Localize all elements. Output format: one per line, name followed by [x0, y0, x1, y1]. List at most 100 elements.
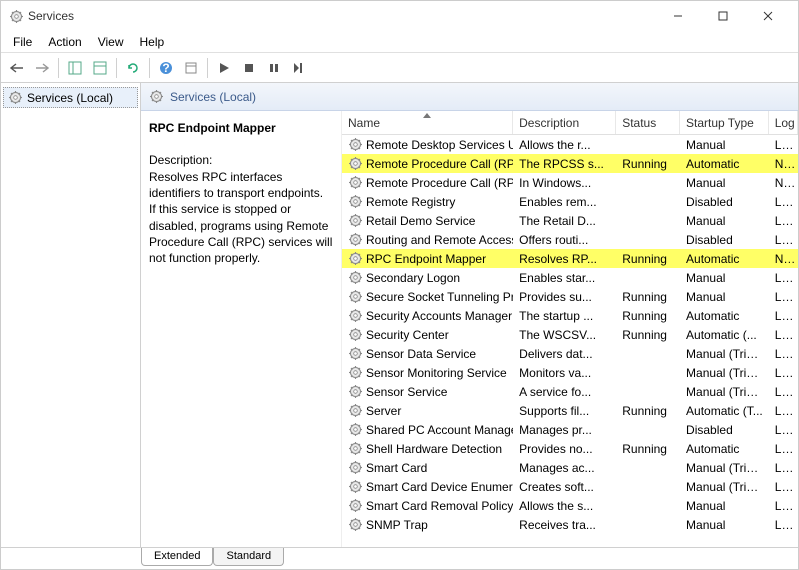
menu-view[interactable]: View [90, 33, 132, 51]
service-row[interactable]: SNMP TrapReceives tra...ManualLoca [342, 515, 798, 534]
forward-button[interactable] [30, 56, 54, 80]
service-startup: Manual (Trig... [680, 366, 769, 380]
service-logon: Loca [769, 233, 798, 247]
service-status: Running [616, 252, 680, 266]
service-row[interactable]: Remote Procedure Call (RPC)The RPCSS s..… [342, 154, 798, 173]
service-row[interactable]: Security Accounts ManagerThe startup ...… [342, 306, 798, 325]
service-row[interactable]: Smart CardManages ac...Manual (Trig...Lo… [342, 458, 798, 477]
service-row[interactable]: Shared PC Account ManagerManages pr...Di… [342, 420, 798, 439]
gear-icon [348, 346, 363, 361]
selected-service-title: RPC Endpoint Mapper [149, 121, 333, 135]
service-startup: Manual [680, 271, 769, 285]
service-startup: Manual [680, 214, 769, 228]
service-row[interactable]: Smart Card Device Enumera...Creates soft… [342, 477, 798, 496]
service-row[interactable]: Sensor Data ServiceDelivers dat...Manual… [342, 344, 798, 363]
service-status: Running [616, 404, 680, 418]
column-header-startup[interactable]: Startup Type [680, 111, 769, 134]
service-startup: Disabled [680, 423, 769, 437]
column-header-status[interactable]: Status [616, 111, 680, 134]
service-name: Shared PC Account Manager [366, 423, 513, 437]
service-row[interactable]: Remote RegistryEnables rem...DisabledLoc… [342, 192, 798, 211]
tab-standard[interactable]: Standard [213, 548, 284, 566]
column-header-description[interactable]: Description [513, 111, 616, 134]
gear-icon [348, 156, 363, 171]
description-panel: RPC Endpoint Mapper Description: Resolve… [141, 111, 341, 547]
service-description: Allows the r... [513, 138, 616, 152]
service-startup: Automatic (T... [680, 404, 769, 418]
gear-icon [348, 365, 363, 380]
menu-file[interactable]: File [5, 33, 40, 51]
service-logon: Loca [769, 271, 798, 285]
service-logon: Loca [769, 461, 798, 475]
gear-icon [348, 441, 363, 456]
service-name: Remote Registry [366, 195, 455, 209]
service-row[interactable]: Routing and Remote AccessOffers routi...… [342, 230, 798, 249]
window-title: Services [24, 9, 655, 23]
gear-icon [348, 460, 363, 475]
export-list-button[interactable] [88, 56, 112, 80]
service-logon: Netv [769, 157, 798, 171]
properties-button[interactable] [179, 56, 203, 80]
service-row[interactable]: Secure Socket Tunneling Pr...Provides su… [342, 287, 798, 306]
service-description: Resolves RP... [513, 252, 616, 266]
service-status: Running [616, 442, 680, 456]
service-logon: Loca [769, 499, 798, 513]
service-logon: Netv [769, 252, 798, 266]
service-row[interactable]: Retail Demo ServiceThe Retail D...Manual… [342, 211, 798, 230]
service-name: Remote Desktop Services U... [366, 138, 513, 152]
service-row[interactable]: ServerSupports fil...RunningAutomatic (T… [342, 401, 798, 420]
service-logon: Loca [769, 138, 798, 152]
service-row[interactable]: Remote Procedure Call (RP...In Windows..… [342, 173, 798, 192]
service-row[interactable]: Shell Hardware DetectionProvides no...Ru… [342, 439, 798, 458]
show-hide-tree-button[interactable] [63, 56, 87, 80]
service-row[interactable]: Secondary LogonEnables star...ManualLoca [342, 268, 798, 287]
list-header: Name Description Status Startup Type Log… [342, 111, 798, 135]
gear-icon [348, 403, 363, 418]
service-row[interactable]: Sensor ServiceA service fo...Manual (Tri… [342, 382, 798, 401]
service-description: Supports fil... [513, 404, 616, 418]
service-description: Delivers dat... [513, 347, 616, 361]
service-startup: Disabled [680, 233, 769, 247]
pause-service-button[interactable] [262, 56, 286, 80]
restart-service-button[interactable] [287, 56, 311, 80]
column-header-logon[interactable]: Log On As [769, 111, 798, 134]
service-description: Enables star... [513, 271, 616, 285]
service-name: RPC Endpoint Mapper [366, 252, 486, 266]
gear-icon [348, 175, 363, 190]
service-row[interactable]: Remote Desktop Services U...Allows the r… [342, 135, 798, 154]
service-startup: Automatic (... [680, 328, 769, 342]
service-row[interactable]: Sensor Monitoring ServiceMonitors va...M… [342, 363, 798, 382]
service-description: A service fo... [513, 385, 616, 399]
service-name: Routing and Remote Access [366, 233, 513, 247]
service-row[interactable]: Security CenterThe WSCSV...RunningAutoma… [342, 325, 798, 344]
service-description: Monitors va... [513, 366, 616, 380]
gear-icon [348, 232, 363, 247]
service-logon: Loca [769, 480, 798, 494]
service-description: Enables rem... [513, 195, 616, 209]
service-row[interactable]: Smart Card Removal PolicyAllows the s...… [342, 496, 798, 515]
tree-node-services-local[interactable]: Services (Local) [3, 87, 138, 108]
service-row[interactable]: RPC Endpoint Mapper Resolves RP...Running… [342, 249, 798, 268]
tab-extended[interactable]: Extended [141, 548, 213, 566]
minimize-button[interactable] [655, 2, 700, 30]
service-description: Offers routi... [513, 233, 616, 247]
menu-help[interactable]: Help [132, 33, 173, 51]
close-button[interactable] [745, 2, 790, 30]
gear-icon [149, 89, 164, 104]
maximize-button[interactable] [700, 2, 745, 30]
start-service-button[interactable] [212, 56, 236, 80]
gear-icon [348, 422, 363, 437]
service-startup: Automatic [680, 442, 769, 456]
service-startup: Manual [680, 176, 769, 190]
help-button[interactable]: ? [154, 56, 178, 80]
refresh-button[interactable] [121, 56, 145, 80]
service-logon: Loca [769, 442, 798, 456]
column-header-name[interactable]: Name [342, 111, 513, 134]
service-name: Remote Procedure Call (RP... [366, 176, 513, 190]
stop-service-button[interactable] [237, 56, 261, 80]
menu-action[interactable]: Action [40, 33, 89, 51]
service-logon: Loca [769, 518, 798, 532]
back-button[interactable] [5, 56, 29, 80]
service-name: Security Center [366, 328, 449, 342]
gear-icon [348, 289, 363, 304]
